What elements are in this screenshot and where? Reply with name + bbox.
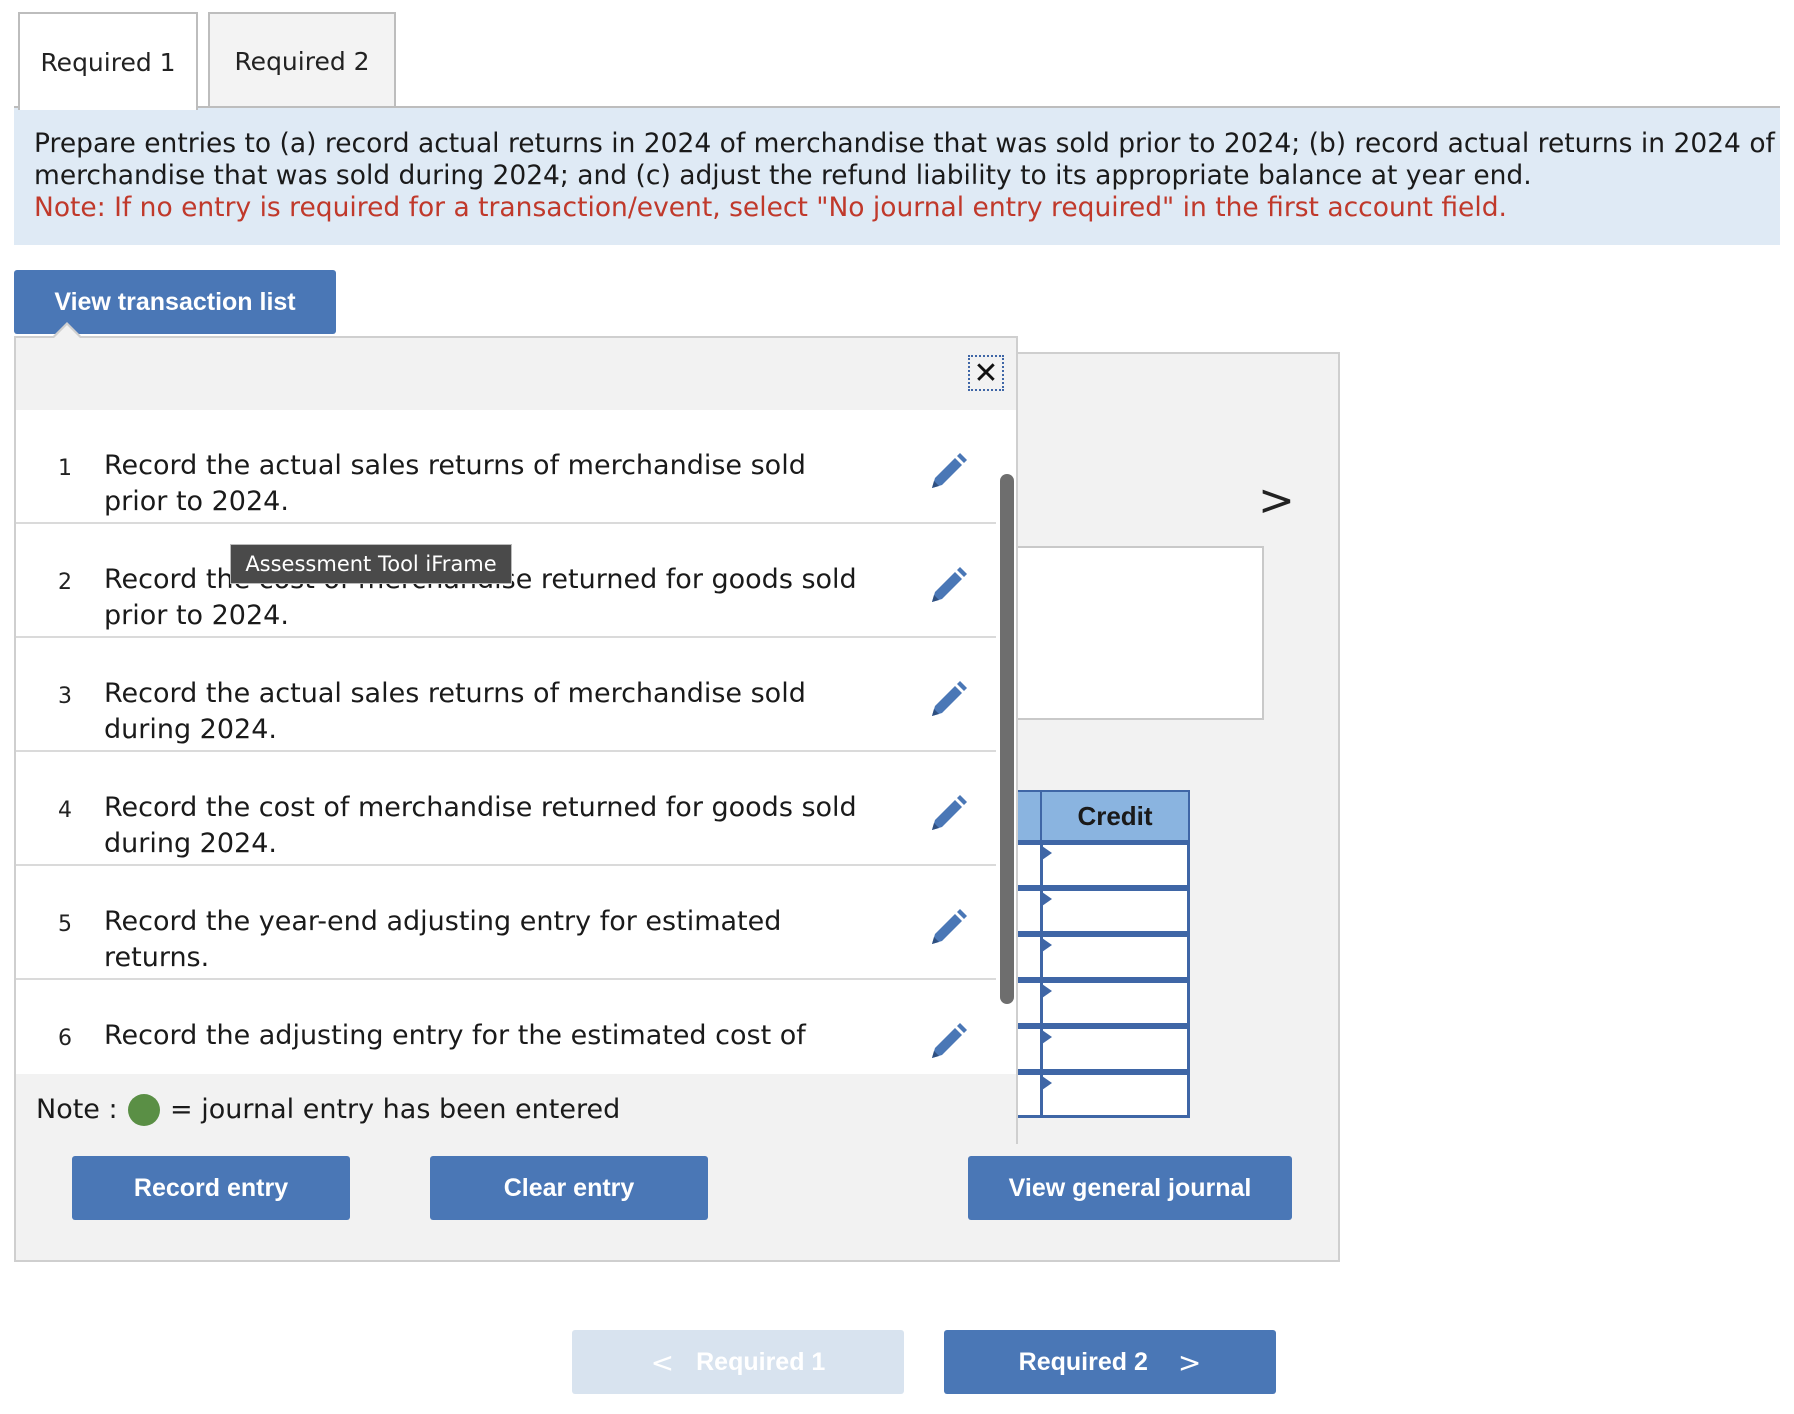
cell-marker-icon	[1042, 984, 1052, 998]
credit-cell-4[interactable]	[1040, 980, 1190, 1026]
instructions-line-2: merchandise that was sold during 2024; a…	[34, 160, 1532, 191]
credit-header-label: Credit	[1077, 800, 1153, 831]
transaction-number: 1	[58, 456, 72, 481]
next-required-button[interactable]: Required 2 >	[944, 1330, 1276, 1394]
transaction-text: Record the cost of merchandise returned …	[104, 792, 857, 859]
record-entry-label: Record entry	[133, 1173, 289, 1202]
tooltip-text: Assessment Tool iFrame	[245, 552, 497, 576]
transaction-row-6: 6 Record the adjusting entry for the est…	[16, 980, 996, 1074]
transaction-list-popup: ✕ 1 Record the actual sales returns of m…	[14, 336, 1018, 1144]
prev-required-button[interactable]: < Required 1	[572, 1330, 904, 1394]
transaction-row-4: 4 Record the cost of merchandise returne…	[16, 752, 996, 866]
popup-footer: Note : = journal entry has been entered	[16, 1074, 1016, 1144]
tab-required-1[interactable]: Required 1	[18, 12, 198, 110]
view-general-journal-button[interactable]: View general journal	[968, 1156, 1292, 1220]
cell-marker-icon	[1042, 938, 1052, 952]
chevron-left-icon: <	[650, 1345, 675, 1379]
popup-pointer-inner	[54, 325, 80, 338]
instructions-panel: Prepare entries to (a) record actual ret…	[14, 108, 1780, 245]
prev-required-label: Required 1	[696, 1347, 826, 1376]
credit-cell-2[interactable]	[1040, 888, 1190, 934]
edit-pencil-icon[interactable]	[928, 794, 968, 834]
tab-required-2[interactable]: Required 2	[208, 12, 396, 108]
iframe-tooltip: Assessment Tool iFrame	[230, 544, 512, 584]
transaction-text: Record the adjusting entry for the estim…	[104, 1020, 806, 1051]
edit-pencil-icon[interactable]	[928, 680, 968, 720]
cell-marker-icon	[1042, 892, 1052, 906]
credit-cell-6[interactable]	[1040, 1072, 1190, 1118]
credit-cell-1[interactable]	[1040, 842, 1190, 888]
instructions-note: Note: If no entry is required for a tran…	[34, 192, 1507, 223]
edit-pencil-icon[interactable]	[928, 452, 968, 492]
edit-pencil-icon[interactable]	[928, 1022, 968, 1062]
transaction-number: 5	[58, 912, 72, 937]
edit-pencil-icon[interactable]	[928, 566, 968, 606]
next-required-label: Required 2	[1018, 1347, 1148, 1376]
tab-required-1-label: Required 1	[40, 47, 176, 77]
instructions-line-1: Prepare entries to (a) record actual ret…	[34, 128, 1775, 159]
view-general-journal-label: View general journal	[1008, 1173, 1252, 1202]
clear-entry-button[interactable]: Clear entry	[430, 1156, 708, 1220]
transaction-number: 3	[58, 684, 72, 709]
chevron-right-icon: >	[1177, 1345, 1202, 1379]
record-entry-button[interactable]: Record entry	[72, 1156, 350, 1220]
note-label: Note :	[36, 1094, 118, 1125]
transaction-list-scrollbar[interactable]	[1000, 474, 1014, 1004]
transaction-row-5: 5 Record the year-end adjusting entry fo…	[16, 866, 996, 980]
transaction-text: Record the actual sales returns of merch…	[104, 678, 806, 745]
credit-column-header: Credit	[1040, 790, 1190, 842]
transaction-row-3: 3 Record the actual sales returns of mer…	[16, 638, 996, 752]
close-icon[interactable]: ✕	[968, 355, 1004, 391]
tab-required-2-label: Required 2	[234, 46, 370, 76]
journal-description-box	[1000, 546, 1264, 720]
transaction-text: Record the year-end adjusting entry for …	[104, 906, 782, 973]
credit-cell-3[interactable]	[1040, 934, 1190, 980]
view-transaction-list-label: View transaction list	[54, 287, 296, 316]
transaction-number: 6	[58, 1026, 72, 1051]
next-transaction-icon[interactable]: >	[1258, 475, 1295, 526]
transaction-list: 1 Record the actual sales returns of mer…	[16, 410, 996, 1074]
entered-status-dot-icon	[128, 1094, 160, 1126]
transaction-row-1: 1 Record the actual sales returns of mer…	[16, 410, 996, 524]
cell-marker-icon	[1042, 1076, 1052, 1090]
transaction-number: 2	[58, 570, 72, 595]
transaction-number: 4	[58, 798, 72, 823]
popup-header: ✕	[16, 338, 1016, 410]
credit-cell-5[interactable]	[1040, 1026, 1190, 1072]
cell-marker-icon	[1042, 1030, 1052, 1044]
edit-pencil-icon[interactable]	[928, 908, 968, 948]
close-glyph: ✕	[973, 355, 999, 391]
transaction-text: Record the actual sales returns of merch…	[104, 450, 806, 517]
cell-marker-icon	[1042, 846, 1052, 860]
clear-entry-label: Clear entry	[503, 1173, 635, 1202]
note-legend: = journal entry has been entered	[170, 1094, 621, 1125]
